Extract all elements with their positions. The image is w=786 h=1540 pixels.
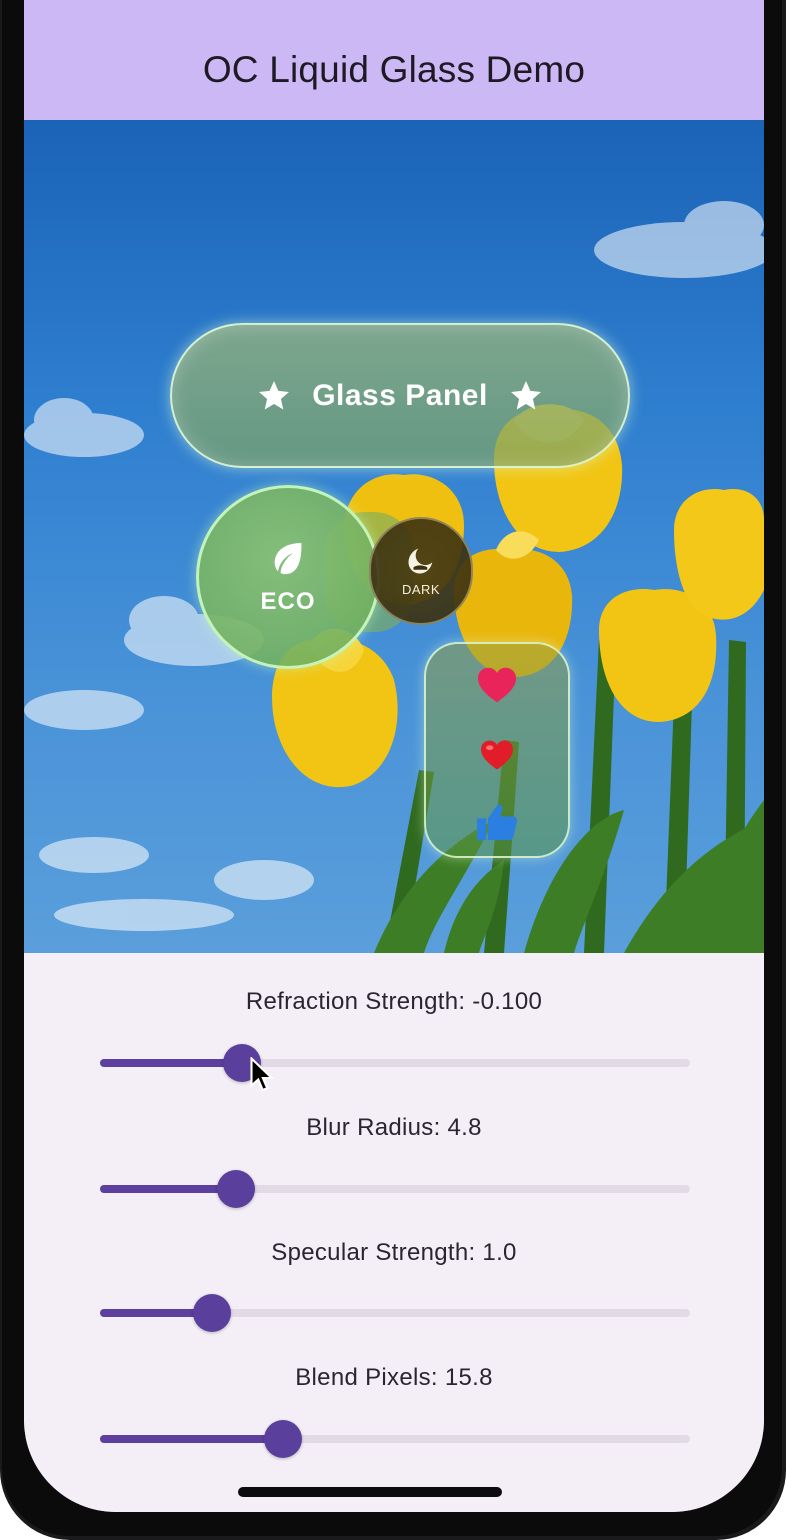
refraction-strength-label: Refraction Strength: -0.100 — [245, 988, 543, 1015]
app-title: OC Liquid Glass Demo — [202, 49, 586, 90]
dark-mode-button[interactable]: DARK — [369, 517, 473, 625]
eco-label: ECO — [260, 588, 316, 615]
eco-button[interactable]: ECO — [196, 485, 380, 669]
leaf-icon — [274, 543, 302, 575]
refraction-strength-slider[interactable] — [100, 1044, 690, 1082]
controls-panel: Refraction Strength: -0.100 Blur Radius:… — [24, 953, 764, 1512]
blur-radius-label: Blur Radius: 4.8 — [306, 1114, 482, 1141]
background-scene: Glass Panel ECO DARK — [24, 120, 764, 953]
dark-mode-icon — [408, 548, 433, 573]
dark-label: DARK — [401, 581, 441, 597]
specular-slider-thumb[interactable] — [193, 1294, 232, 1332]
heart-icon[interactable] — [476, 666, 518, 704]
glass-panel[interactable]: Glass Panel — [170, 323, 630, 468]
home-indicator[interactable] — [238, 1487, 502, 1497]
app-bar: OC Liquid Glass Demo — [24, 0, 764, 120]
mouse-cursor-icon — [250, 1057, 274, 1092]
refraction-slider-fill — [100, 1059, 242, 1067]
blend-pixels-label: Blend Pixels: 15.8 — [295, 1364, 493, 1391]
blend-pixels-slider[interactable] — [100, 1420, 690, 1458]
star-icon — [259, 380, 290, 409]
app-screen: OC Liquid Glass Demo Glass Panel ECO DAR… — [24, 0, 764, 1512]
thumbs-up-icon[interactable] — [475, 802, 519, 842]
blur-slider-fill — [100, 1185, 236, 1193]
blur-radius-slider[interactable] — [100, 1170, 690, 1208]
blur-slider-thumb[interactable] — [216, 1170, 255, 1208]
blend-slider-fill — [100, 1435, 283, 1443]
specular-strength-slider[interactable] — [100, 1294, 690, 1332]
blend-slider-thumb[interactable] — [263, 1420, 302, 1458]
heart-emoji-icon[interactable] — [479, 739, 515, 771]
reaction-stack — [424, 642, 570, 858]
glass-panel-label: Glass Panel — [312, 378, 488, 412]
star-icon — [510, 380, 541, 409]
specular-strength-label: Specular Strength: 1.0 — [271, 1239, 517, 1266]
